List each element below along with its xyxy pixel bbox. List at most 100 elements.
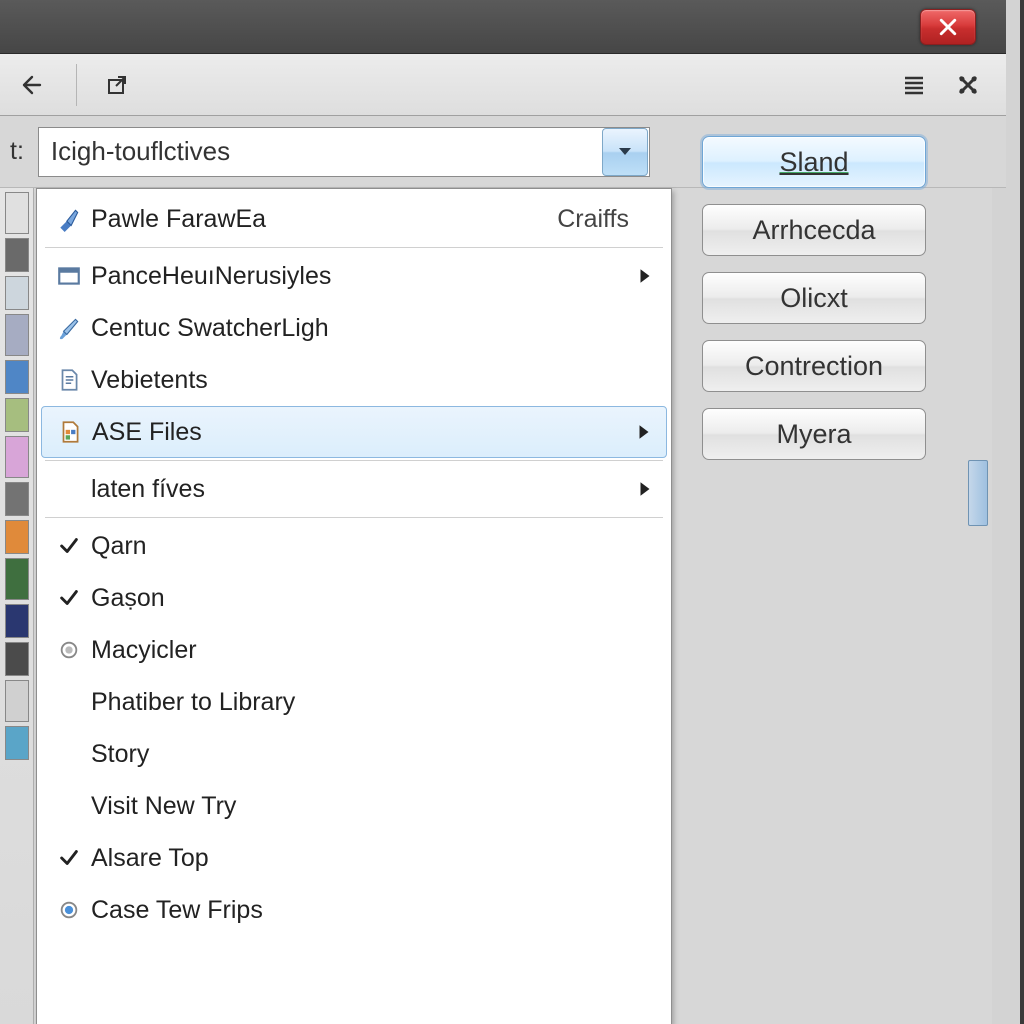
checkmark-icon [58, 587, 80, 609]
palette-swatch[interactable] [5, 436, 29, 478]
sland-button[interactable]: Sland [702, 136, 926, 188]
menu-item[interactable]: laten fíves [37, 463, 671, 515]
menu-item-label: laten fíves [91, 475, 633, 504]
submenu-arrow-icon [638, 267, 652, 285]
button-label: Sland [779, 147, 848, 178]
arrow-left-icon [18, 73, 42, 97]
menu-check-col [47, 899, 91, 921]
myera-button[interactable]: Myera [702, 408, 926, 460]
menu-item[interactable]: Case Tew Frips [37, 884, 671, 936]
submenu-arrow-icon [637, 423, 651, 441]
toolbar-left [12, 64, 135, 106]
menu-item[interactable]: Gaṣon [37, 572, 671, 624]
menu-item-label: Phatiber to Library [91, 688, 633, 717]
palette-swatch[interactable] [5, 482, 29, 516]
palette-swatch[interactable] [5, 314, 29, 356]
menu-separator [45, 247, 663, 248]
menu-check-col [47, 587, 91, 609]
menu-item[interactable]: Vebietents [37, 354, 671, 406]
submenu-arrow-icon [638, 480, 652, 498]
palette-swatch[interactable] [5, 520, 29, 554]
menu-icon-col [47, 206, 91, 232]
menu-item[interactable]: Macyicler [37, 624, 671, 676]
radio-on-icon [58, 899, 80, 921]
menu-item-label: Story [91, 740, 633, 769]
menu-item-label: ASE Files [92, 418, 632, 447]
checkmark-icon [58, 847, 80, 869]
menu-item-label: Gaṣon [91, 584, 633, 613]
palette-swatch[interactable] [5, 604, 29, 638]
menu-list-button[interactable] [896, 67, 932, 103]
contrection-button[interactable]: Contrection [702, 340, 926, 392]
arrhcecda-button[interactable]: Arrhcecda [702, 204, 926, 256]
palette-swatch[interactable] [5, 726, 29, 760]
filter-input[interactable] [39, 128, 601, 176]
menu-item[interactable]: Pawle FarawEaCraiffs [37, 193, 671, 245]
menu-icon-col [47, 367, 91, 393]
menu-item[interactable]: Centuc SwatcherLigh [37, 302, 671, 354]
olicxt-button[interactable]: Olicxt [702, 272, 926, 324]
window-close-button[interactable] [920, 9, 976, 45]
menu-item-label: Pawle FarawEa [91, 205, 557, 234]
settings-button[interactable] [950, 67, 986, 103]
menu-separator [45, 460, 663, 461]
open-external-button[interactable] [99, 67, 135, 103]
menu-check-col [47, 639, 91, 661]
menu-item[interactable]: Qarn [37, 520, 671, 572]
filter-label: t: [6, 137, 24, 166]
radio-off-icon [58, 639, 80, 661]
palette-swatch[interactable] [5, 558, 29, 600]
open-external-icon [105, 73, 129, 97]
doc-icon [56, 367, 82, 393]
back-button[interactable] [12, 67, 48, 103]
menu-item-label: Centuc SwatcherLigh [91, 314, 633, 343]
menu-item[interactable]: Alsare Top [37, 832, 671, 884]
menu-item-label: Case Tew Frips [91, 896, 633, 925]
menu-icon-col [48, 419, 92, 445]
menu-check-col [47, 535, 91, 557]
app-window: t: Pawle FarawEaCraiffs PanceHeuıNerusiyl… [0, 0, 1024, 1024]
menu-item-label: Vebietents [91, 366, 633, 395]
menu-item-arrow [632, 423, 656, 441]
palette-swatch[interactable] [5, 398, 29, 432]
color-palette [0, 188, 34, 1024]
brush-icon [56, 206, 82, 232]
palette-swatch[interactable] [5, 192, 29, 234]
menu-check-col [47, 847, 91, 869]
menu-item-label: PanceHeuıNerusiyles [91, 262, 633, 291]
scrollbar-thumb[interactable] [968, 460, 988, 526]
menu-item[interactable]: ASE Files [41, 406, 667, 458]
brush2-icon [56, 315, 82, 341]
toolbar-right [896, 67, 994, 103]
palette-swatch[interactable] [5, 642, 29, 676]
palette-swatch[interactable] [5, 276, 29, 310]
action-buttons: Sland Arrhcecda Olicxt Contrection Myera [702, 136, 978, 460]
menu-icon-col [47, 315, 91, 341]
menu-item[interactable]: PanceHeuıNerusiyles [37, 250, 671, 302]
menu-lines-icon [902, 73, 926, 97]
menu-item-label: Visit New Try [91, 792, 633, 821]
tools-cross-icon [956, 73, 980, 97]
menu-item-arrow [633, 480, 657, 498]
menu-separator [45, 517, 663, 518]
dropdown-menu: Pawle FarawEaCraiffs PanceHeuıNerusiyles C… [36, 188, 672, 1024]
toolbar-separator [76, 64, 77, 106]
menu-item[interactable]: Story [37, 728, 671, 780]
palette-swatch[interactable] [5, 238, 29, 272]
window-client: t: Pawle FarawEaCraiffs PanceHeuıNerusiyl… [0, 0, 1006, 1024]
palette-swatch[interactable] [5, 360, 29, 394]
checkmark-icon [58, 535, 80, 557]
menu-list: Pawle FarawEaCraiffs PanceHeuıNerusiyles C… [37, 189, 671, 940]
menu-item-shortcut: Craiffs [557, 205, 633, 234]
filter-combobox[interactable] [38, 127, 650, 177]
window-icon [56, 263, 82, 289]
chevron-down-icon [617, 146, 633, 158]
close-icon [939, 18, 957, 36]
menu-item-label: Macyicler [91, 636, 633, 665]
combo-dropdown-button[interactable] [602, 128, 648, 176]
menu-item-arrow [633, 267, 657, 285]
palette-swatch[interactable] [5, 680, 29, 722]
menu-item[interactable]: Phatiber to Library [37, 676, 671, 728]
menu-icon-col [47, 263, 91, 289]
menu-item[interactable]: Visit New Try [37, 780, 671, 832]
